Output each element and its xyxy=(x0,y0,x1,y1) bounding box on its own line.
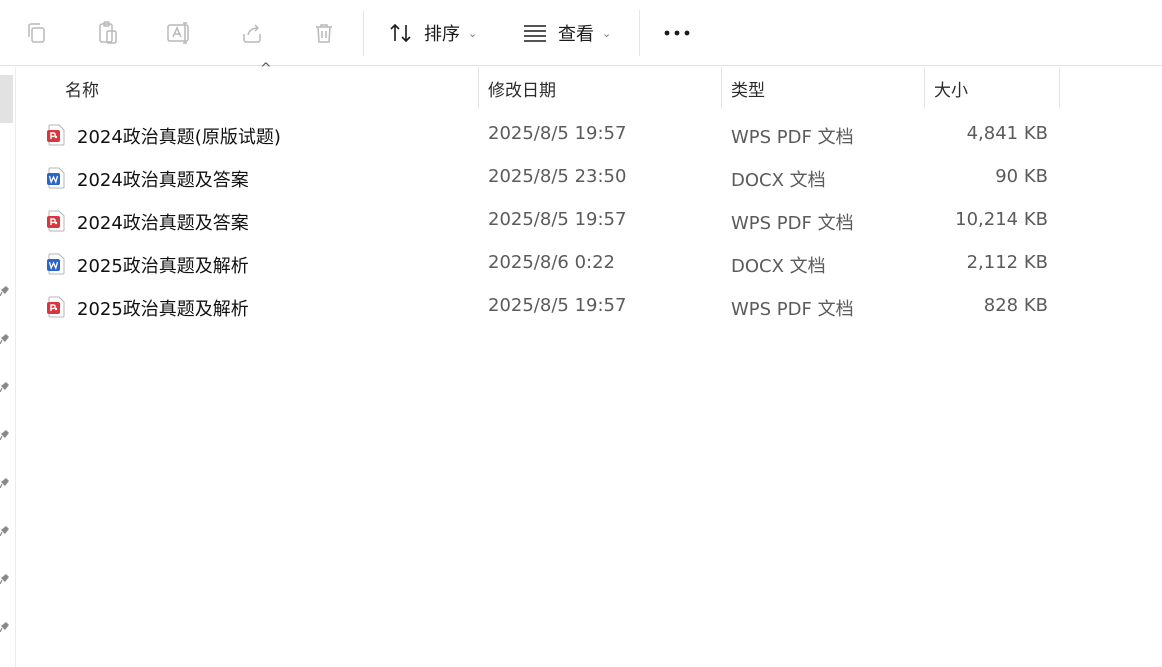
file-date: 2025/8/6 0:22 xyxy=(488,252,615,273)
column-header-row: ^ 名称 修改日期 类型 大小 xyxy=(16,61,1162,109)
column-header-date-label: 修改日期 xyxy=(488,80,556,101)
pdf-icon xyxy=(47,296,65,318)
column-header-name[interactable]: 名称 xyxy=(65,67,99,109)
view-label: 查看 xyxy=(558,24,594,45)
more-icon xyxy=(664,30,690,36)
more-button[interactable] xyxy=(660,18,694,48)
sort-icon xyxy=(390,23,411,43)
pin-icon[interactable] xyxy=(0,573,10,585)
delete-icon[interactable] xyxy=(309,18,339,48)
pdf-icon xyxy=(47,124,65,146)
nav-scrollbar-thumb[interactable] xyxy=(0,75,13,123)
file-name: 2024政治真题及答案 xyxy=(77,213,249,234)
chevron-down-icon: ⌄ xyxy=(468,26,478,40)
file-type: WPS PDF 文档 xyxy=(731,127,854,148)
sort-ascending-indicator: ^ xyxy=(260,61,272,77)
navigation-pane xyxy=(0,67,16,667)
column-resize-handle[interactable] xyxy=(478,67,479,109)
file-size: 828 KB xyxy=(983,295,1048,316)
column-header-name-label: 名称 xyxy=(65,80,99,101)
column-resize-handle[interactable] xyxy=(721,67,722,109)
file-size: 10,214 KB xyxy=(955,209,1048,230)
file-type: DOCX 文档 xyxy=(731,256,826,277)
pin-icon[interactable] xyxy=(0,429,10,441)
pin-icon[interactable] xyxy=(0,525,10,537)
file-row[interactable]: 2024政治真题(原版试题) 2025/8/5 19:57 WPS PDF 文档… xyxy=(16,114,1162,157)
column-header-type-label: 类型 xyxy=(731,80,765,101)
file-size: 90 KB xyxy=(995,166,1048,187)
word-icon xyxy=(47,253,65,275)
toolbar-separator xyxy=(363,10,364,56)
copy-icon[interactable] xyxy=(21,18,51,48)
file-size: 4,841 KB xyxy=(966,123,1048,144)
file-date: 2025/8/5 19:57 xyxy=(488,209,627,230)
file-name: 2024政治真题(原版试题) xyxy=(77,127,281,148)
file-date: 2025/8/5 19:57 xyxy=(488,123,627,144)
word-icon xyxy=(47,167,65,189)
pin-icon[interactable] xyxy=(0,381,10,393)
column-header-type[interactable]: 类型 xyxy=(731,67,765,109)
file-name: 2024政治真题及答案 xyxy=(77,170,249,191)
view-icon xyxy=(524,25,546,42)
file-type: WPS PDF 文档 xyxy=(731,213,854,234)
file-size: 2,112 KB xyxy=(966,252,1048,273)
file-row[interactable]: 2024政治真题及答案 2025/8/5 23:50 DOCX 文档 90 KB xyxy=(16,157,1162,200)
share-icon[interactable] xyxy=(237,18,267,48)
command-bar: 排序 ⌄ 查看 ⌄ xyxy=(0,0,1162,66)
column-header-size-label: 大小 xyxy=(934,80,968,101)
file-type: DOCX 文档 xyxy=(731,170,826,191)
pin-icon[interactable] xyxy=(0,621,10,633)
sort-label: 排序 xyxy=(424,24,460,45)
file-name: 2025政治真题及解析 xyxy=(77,299,249,320)
pin-icon[interactable] xyxy=(0,333,10,345)
file-row[interactable]: 2024政治真题及答案 2025/8/5 19:57 WPS PDF 文档 10… xyxy=(16,200,1162,243)
chevron-down-icon: ⌄ xyxy=(602,26,612,40)
column-header-size[interactable]: 大小 xyxy=(934,67,968,109)
pin-icon[interactable] xyxy=(0,477,10,489)
column-header-date[interactable]: 修改日期 xyxy=(488,67,556,109)
file-name: 2025政治真题及解析 xyxy=(77,256,249,277)
rename-icon[interactable] xyxy=(164,18,194,48)
file-date: 2025/8/5 23:50 xyxy=(488,166,627,187)
file-type: WPS PDF 文档 xyxy=(731,299,854,320)
column-resize-handle[interactable] xyxy=(1059,67,1060,109)
view-button[interactable]: 查看 ⌄ xyxy=(522,16,611,50)
pdf-icon xyxy=(47,210,65,232)
toolbar-separator xyxy=(639,10,640,56)
file-date: 2025/8/5 19:57 xyxy=(488,295,627,316)
pin-icon[interactable] xyxy=(0,285,10,297)
paste-icon[interactable] xyxy=(93,18,123,48)
column-resize-handle[interactable] xyxy=(924,67,925,109)
sort-button[interactable]: 排序 ⌄ xyxy=(388,16,477,50)
file-row[interactable]: 2025政治真题及解析 2025/8/5 19:57 WPS PDF 文档 82… xyxy=(16,286,1162,329)
file-row[interactable]: 2025政治真题及解析 2025/8/6 0:22 DOCX 文档 2,112 … xyxy=(16,243,1162,286)
